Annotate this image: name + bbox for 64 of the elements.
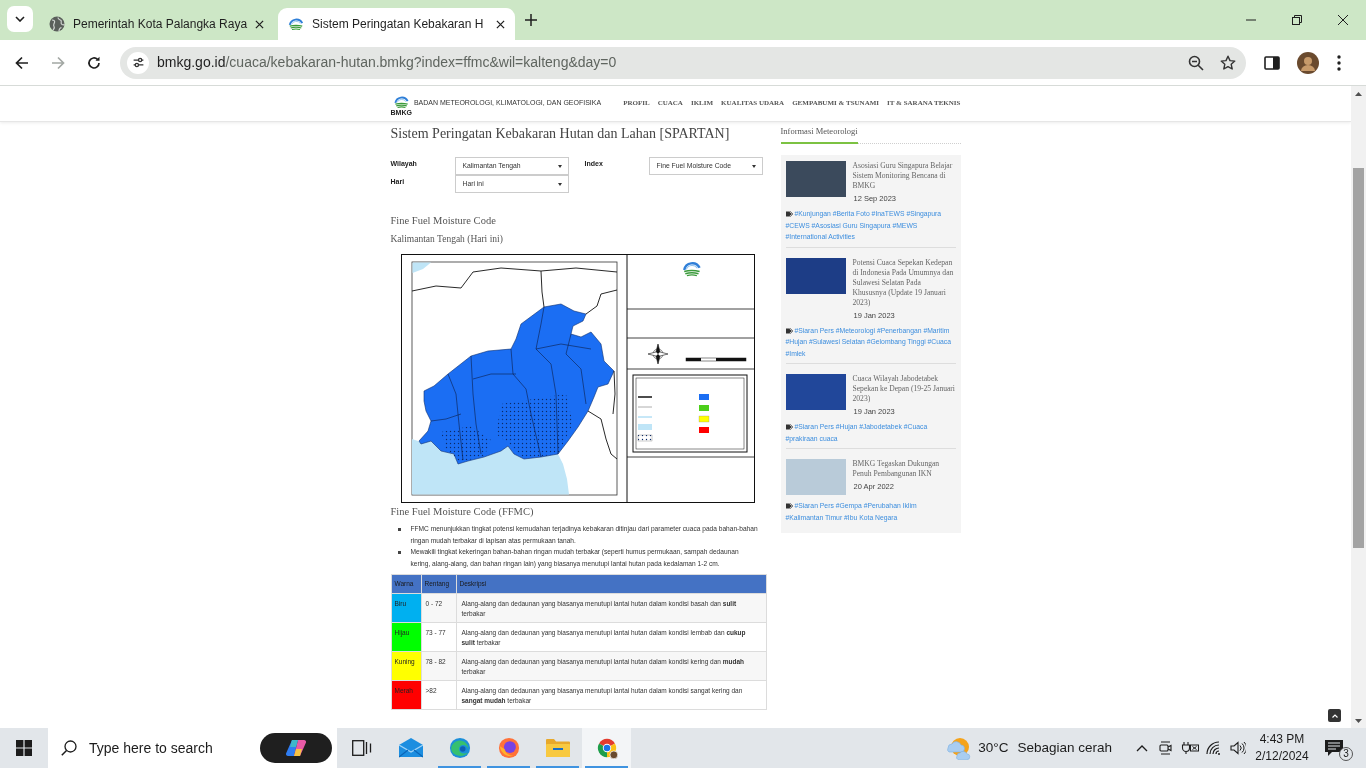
tags-icon (785, 327, 793, 334)
url-text[interactable]: bmkg.go.id/cuaca/kebakaran-hutan.bmkg?index=ffmc&wil=kalteng&day=0 (157, 52, 617, 73)
assistant-button[interactable] (260, 733, 332, 763)
avatar-icon[interactable] (1297, 51, 1319, 74)
back-arrow-icon (15, 55, 29, 70)
reload-icon (87, 55, 101, 70)
windows-logo-icon[interactable] (16, 740, 32, 756)
scrollbar[interactable] (1351, 86, 1366, 728)
star-icon[interactable] (1220, 54, 1236, 71)
task-view-icon (351, 740, 372, 756)
page-title: Sistem Peringatan Kebakaran Hutan dan Lahan [SPARTAN] (390, 125, 731, 143)
globe-logo-icon (496, 737, 521, 759)
bullet-icon (397, 528, 401, 531)
search-icon (61, 740, 77, 756)
tags-icon (785, 424, 793, 430)
wifi-icon[interactable] (1206, 741, 1222, 755)
site-info-button[interactable] (127, 51, 149, 74)
envelope-icon (398, 737, 423, 759)
plus-icon (525, 14, 537, 26)
weather-temperature[interactable]: 30°C (978, 737, 1009, 759)
photo-placeholder[interactable] (785, 257, 846, 294)
restore-icon (1292, 15, 1302, 25)
notification-badge: 3 (1339, 747, 1353, 761)
chevron-up-icon[interactable] (1136, 744, 1148, 752)
section-title: Fine Fuel Moisture Code (390, 214, 497, 228)
side-panel-icon[interactable] (1264, 55, 1280, 70)
bullet-icon (397, 551, 401, 554)
camera-icon[interactable] (1159, 740, 1173, 756)
scroll-down-icon[interactable] (1355, 718, 1362, 723)
scrollbar-thumb[interactable] (1353, 168, 1364, 548)
section-title: Fine Fuel Moisture Code (FFMC) (390, 505, 535, 519)
wave-logo-icon (447, 737, 472, 759)
magnifier-icon[interactable] (1188, 54, 1204, 71)
address-bar[interactable]: bmkg.go.id/cuaca/kebakaran-hutan.bmkg?index=ffmc&wil=kalteng&day=0 (120, 46, 1246, 79)
caret-up-icon (1331, 713, 1338, 718)
close-icon[interactable] (496, 19, 505, 29)
forward-arrow-icon (51, 55, 65, 70)
caret-down-icon (557, 182, 562, 186)
caret-down-icon (15, 16, 25, 22)
sliders-icon (131, 56, 145, 69)
weather-condition[interactable]: Sebagian cerah (1017, 737, 1112, 759)
tags-icon (785, 503, 793, 509)
section-subtitle: Kalimantan Tengah (Hari ini) (390, 233, 504, 246)
globe-icon (49, 16, 65, 32)
speaker-icon[interactable] (1230, 741, 1246, 755)
caret-down-icon (557, 164, 562, 168)
menu-icon[interactable] (1337, 54, 1341, 71)
close-icon[interactable] (255, 19, 265, 29)
sidebar-title: Informasi Meteorologi (780, 125, 858, 144)
browser-tab[interactable]: Pemerintah Kota Palangka Raya (38, 8, 275, 40)
scroll-up-icon[interactable] (1355, 91, 1362, 96)
browser-tab[interactable]: Sistem Peringatan Kebakaran H (278, 8, 515, 40)
clock[interactable]: 4:43 PM 2/12/2024 (1254, 731, 1310, 765)
ribbon-logo-icon (286, 739, 306, 757)
caret-down-icon (751, 164, 756, 168)
back-to-top-button[interactable] (1328, 709, 1341, 722)
logo-icon[interactable] (392, 94, 410, 109)
plug-icon[interactable] (1181, 741, 1199, 755)
tab-search-button[interactable] (7, 6, 33, 32)
logo-icon (288, 16, 304, 32)
folder-icon (545, 737, 570, 759)
notification-icon[interactable] (1325, 739, 1343, 757)
close-icon (1338, 15, 1348, 25)
tags-icon (785, 211, 793, 217)
